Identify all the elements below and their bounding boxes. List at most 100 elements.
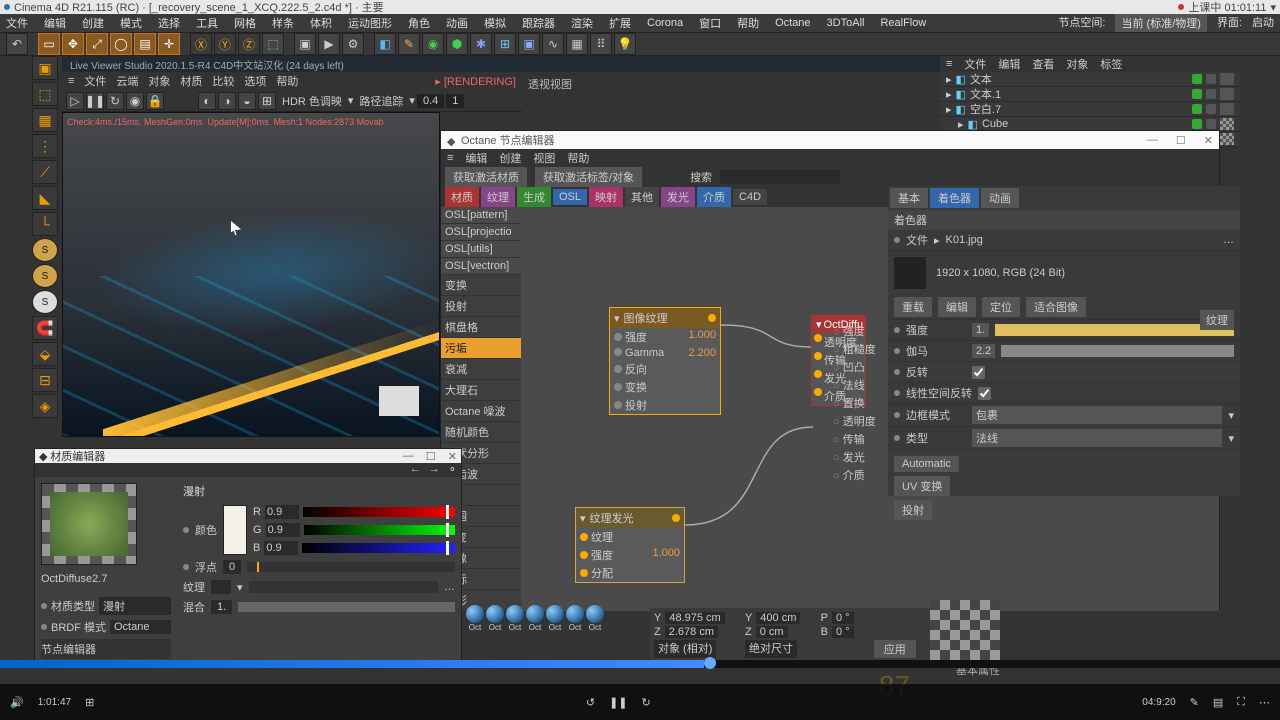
live-v1[interactable]: 0.4 bbox=[417, 94, 444, 108]
me-lock-icon[interactable]: ⚬ bbox=[448, 463, 457, 477]
render-settings-icon[interactable]: ⚙ bbox=[342, 33, 364, 55]
rotate-icon[interactable]: ◯ bbox=[110, 33, 132, 55]
me-max-icon[interactable]: ☐ bbox=[426, 450, 436, 463]
menu-角色[interactable]: 角色 bbox=[408, 15, 430, 31]
me-min-icon[interactable]: — bbox=[403, 450, 414, 463]
live-a-icon[interactable]: ◐ bbox=[198, 92, 216, 110]
live-v2[interactable]: 1 bbox=[446, 94, 464, 108]
lt-last-icon[interactable]: ◈ bbox=[32, 394, 58, 418]
rec-arrow[interactable]: ▾ bbox=[1270, 1, 1276, 14]
lt-point-icon[interactable]: ⋮ bbox=[32, 134, 58, 158]
render-icon[interactable]: ▣ bbox=[294, 33, 316, 55]
get-mat-button[interactable]: 获取激活材质 bbox=[445, 167, 527, 187]
edit-icon[interactable]: ✎ bbox=[1190, 696, 1199, 709]
lastsel-icon[interactable]: ▤ bbox=[134, 33, 156, 55]
mat-preview[interactable] bbox=[41, 483, 137, 565]
ne-min-icon[interactable]: — bbox=[1147, 134, 1158, 147]
render-viewport[interactable]: Check:4ms./15ms. MeshGen:0ms. Update[M]:… bbox=[62, 112, 440, 437]
color-swatch[interactable] bbox=[223, 505, 247, 555]
lt-s3-icon[interactable]: S bbox=[32, 290, 58, 314]
proj-button[interactable]: 投射 bbox=[894, 500, 932, 520]
menu-跟踪器[interactable]: 跟踪器 bbox=[522, 15, 555, 31]
live-c-icon[interactable]: ◒ bbox=[238, 92, 256, 110]
get-tag-button[interactable]: 获取激活标签/对象 bbox=[535, 167, 642, 187]
pen-icon[interactable]: ✎ bbox=[398, 33, 420, 55]
cube-icon[interactable]: ◧ bbox=[374, 33, 396, 55]
more-icon[interactable]: ⋯ bbox=[1259, 696, 1270, 709]
gen-icon[interactable]: ⬢ bbox=[446, 33, 468, 55]
pause-icon[interactable]: ❚❚ bbox=[609, 696, 627, 709]
uvx-button[interactable]: UV 变换 bbox=[894, 476, 950, 496]
light-icon[interactable]: ∿ bbox=[542, 33, 564, 55]
live-d-icon[interactable]: ⊞ bbox=[258, 92, 276, 110]
deform-icon[interactable]: ✱ bbox=[470, 33, 492, 55]
bulb-icon[interactable]: 💡 bbox=[614, 33, 636, 55]
node-editor-label[interactable]: 节点编辑器 bbox=[41, 641, 96, 657]
search-input[interactable] bbox=[720, 170, 840, 184]
obj-row[interactable]: ▸◧空白.7 bbox=[940, 102, 1240, 117]
render-active-icon[interactable]: ▶ bbox=[318, 33, 340, 55]
menu-Octane[interactable]: Octane bbox=[775, 17, 810, 29]
ne-close-icon[interactable]: ✕ bbox=[1204, 134, 1213, 147]
lt-tex-icon[interactable]: ▦ bbox=[32, 108, 58, 132]
menu-Corona[interactable]: Corona bbox=[647, 17, 683, 29]
live-lock-icon[interactable]: 🔒 bbox=[146, 92, 164, 110]
tex-button[interactable]: 纹理 bbox=[1200, 310, 1234, 330]
y-axis-icon[interactable]: Ⓨ bbox=[214, 33, 236, 55]
menu-3DToAll[interactable]: 3DToAll bbox=[827, 17, 865, 29]
coord-b[interactable]: 0 ° bbox=[832, 626, 854, 638]
scale-icon[interactable]: ⤢ bbox=[86, 33, 108, 55]
mat-big-thumb[interactable] bbox=[930, 600, 1000, 660]
menu-创建[interactable]: 创建 bbox=[82, 15, 104, 31]
obj-row[interactable]: ▸◧文本 bbox=[940, 72, 1240, 87]
list-icon[interactable]: ▤ bbox=[1213, 696, 1223, 709]
coord-y[interactable]: 48.975 cm bbox=[665, 612, 724, 624]
cam-icon[interactable]: ▣ bbox=[518, 33, 540, 55]
main-menubar[interactable]: 文件编辑创建模式选择工具网格样条体积运动图形角色动画模拟跟踪器渲染扩展Coron… bbox=[0, 14, 1280, 32]
coord-apply[interactable]: 应用 bbox=[874, 640, 916, 658]
mat-name[interactable]: OctDiffuse2.7 bbox=[41, 573, 171, 585]
menu-工具[interactable]: 工具 bbox=[196, 15, 218, 31]
coord-z[interactable]: 2.678 cm bbox=[665, 626, 718, 638]
env-icon[interactable]: ⊞ bbox=[494, 33, 516, 55]
node-tex-emission[interactable]: ▾纹理发光 纹理 强度1.000 分配 bbox=[575, 507, 685, 583]
lt-poly-icon[interactable]: ◣ bbox=[32, 186, 58, 210]
tex-slot[interactable] bbox=[211, 580, 231, 594]
live-pause-icon[interactable]: ❚❚ bbox=[86, 92, 104, 110]
menu-渲染[interactable]: 渲染 bbox=[571, 15, 593, 31]
next-icon[interactable]: ↻ bbox=[642, 696, 651, 709]
misc-icon[interactable]: ⠿ bbox=[590, 33, 612, 55]
cross-icon[interactable]: ✛ bbox=[158, 33, 180, 55]
live-cam-icon[interactable]: ◉ bbox=[126, 92, 144, 110]
lt-work-icon[interactable]: ⬙ bbox=[32, 342, 58, 366]
tex-thumb[interactable] bbox=[894, 257, 926, 289]
video-progress[interactable] bbox=[0, 660, 1280, 668]
lt-obj-icon[interactable]: ⬚ bbox=[32, 82, 58, 106]
danmu-icon[interactable]: ⊞ bbox=[85, 696, 94, 709]
coord-z2[interactable]: 0 cm bbox=[756, 626, 788, 638]
menu-样条[interactable]: 样条 bbox=[272, 15, 294, 31]
vol-icon[interactable]: 🔊 bbox=[10, 696, 24, 709]
float-value[interactable]: 0 bbox=[223, 560, 241, 574]
auto-button[interactable]: Automatic bbox=[894, 456, 959, 472]
z-axis-icon[interactable]: Ⓩ bbox=[238, 33, 260, 55]
obj-row[interactable]: ▸◧文本.1 bbox=[940, 87, 1240, 102]
move-icon[interactable]: ✥ bbox=[62, 33, 84, 55]
undo-icon[interactable]: ↶ bbox=[6, 33, 28, 55]
menu-编辑[interactable]: 编辑 bbox=[44, 15, 66, 31]
menu-RealFlow[interactable]: RealFlow bbox=[880, 17, 926, 29]
menu-网格[interactable]: 网格 bbox=[234, 15, 256, 31]
live-play-icon[interactable]: ▷ bbox=[66, 92, 84, 110]
node-image-texture[interactable]: ▾图像纹理 强度1.000 Gamma2.200 反向 变换 投射 bbox=[609, 307, 721, 415]
lt-s1-icon[interactable]: S bbox=[32, 238, 58, 262]
menu-文件[interactable]: 文件 bbox=[6, 15, 28, 31]
coord-mode[interactable]: 对象 (相对) bbox=[654, 640, 716, 658]
lt-axis-icon[interactable]: └ bbox=[32, 212, 58, 236]
lt-model-icon[interactable]: ▣ bbox=[32, 56, 58, 80]
me-close-icon[interactable]: ✕ bbox=[448, 450, 457, 463]
live-b-icon[interactable]: ◑ bbox=[218, 92, 236, 110]
lt-edge-icon[interactable]: ⟋ bbox=[32, 160, 58, 184]
coord-p[interactable]: 0 ° bbox=[832, 612, 854, 624]
main-toolbar[interactable]: ↶ ▭ ✥ ⤢ ◯ ▤ ✛ Ⓧ Ⓨ Ⓩ ⬚ ▣ ▶ ⚙ ◧ ✎ ◉ ⬢ ✱ ⊞ … bbox=[0, 32, 1280, 56]
grid-icon[interactable]: ▦ bbox=[566, 33, 588, 55]
